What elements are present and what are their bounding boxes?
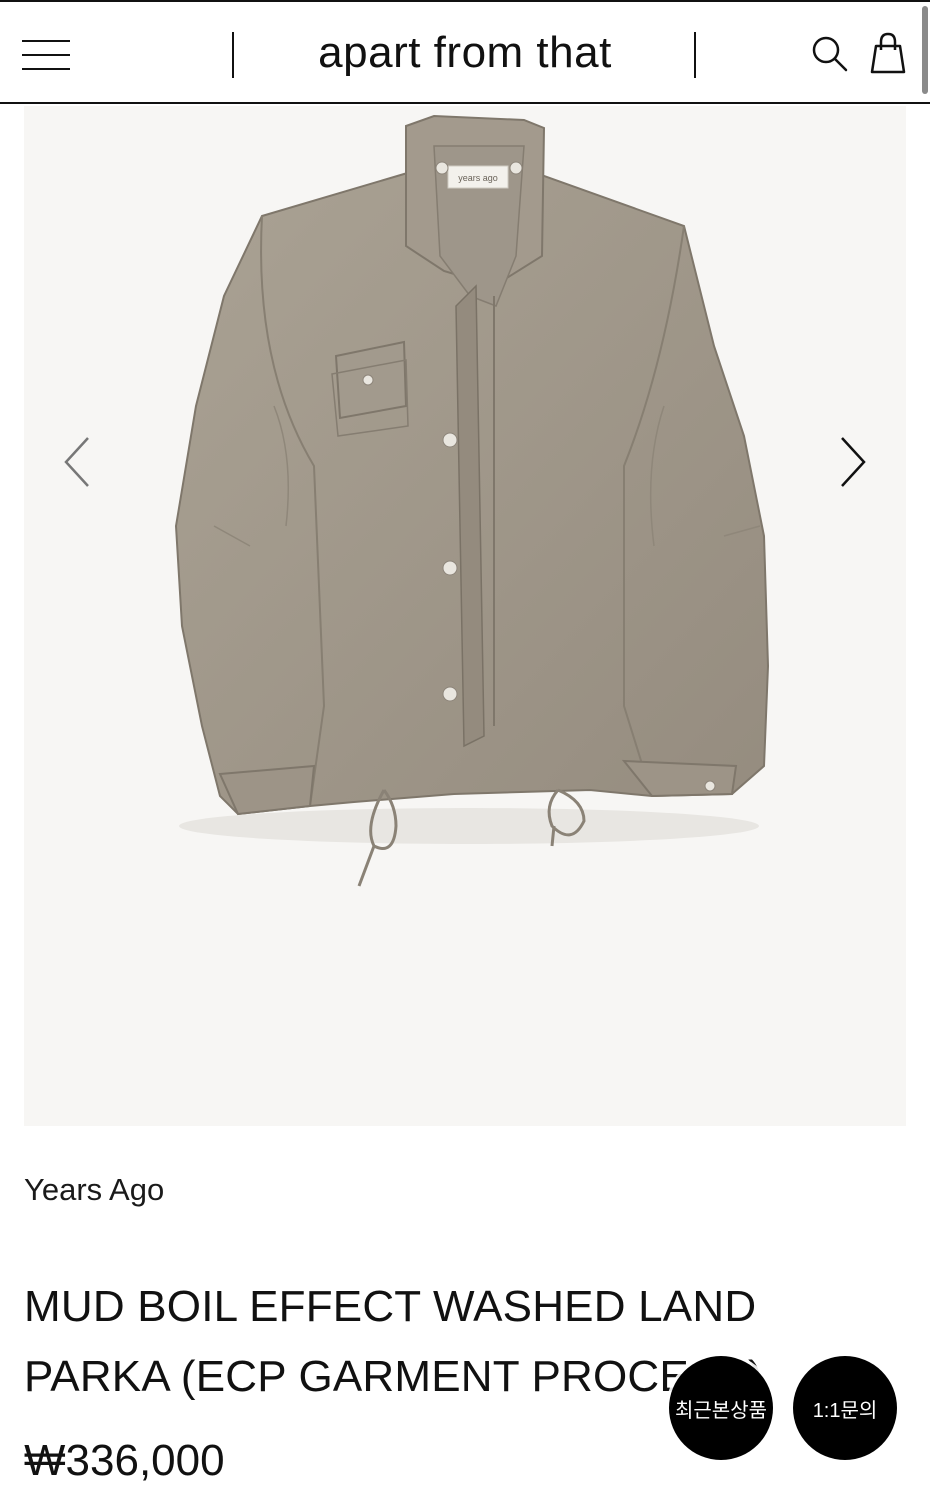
inquiry-button[interactable]: 1:1문의 bbox=[793, 1356, 897, 1460]
menu-line bbox=[22, 68, 70, 70]
logo-divider-left bbox=[232, 32, 234, 78]
menu-line bbox=[22, 40, 70, 42]
inquiry-label: 1:1문의 bbox=[812, 1399, 878, 1422]
product-gallery[interactable]: years ago bbox=[24, 106, 906, 1126]
shopping-bag-icon[interactable] bbox=[866, 30, 910, 78]
chevron-right-icon[interactable] bbox=[832, 432, 872, 492]
recent-products-button[interactable]: 최근본상품 bbox=[669, 1356, 773, 1460]
menu-line bbox=[22, 54, 70, 56]
product-price: ₩336,000 bbox=[24, 1436, 225, 1485]
site-header: apart from that bbox=[0, 0, 930, 104]
chevron-left-icon[interactable] bbox=[58, 432, 98, 492]
menu-icon[interactable] bbox=[22, 38, 72, 72]
scrollbar[interactable] bbox=[922, 6, 928, 94]
search-icon[interactable] bbox=[808, 32, 852, 76]
garment-label: years ago bbox=[458, 173, 498, 183]
logo-divider-right bbox=[694, 32, 696, 78]
site-logo[interactable]: apart from that bbox=[250, 28, 680, 78]
product-image: years ago bbox=[174, 114, 770, 887]
recent-products-label: 최근본상품 bbox=[675, 1399, 767, 1422]
product-brand[interactable]: Years Ago bbox=[24, 1172, 164, 1208]
